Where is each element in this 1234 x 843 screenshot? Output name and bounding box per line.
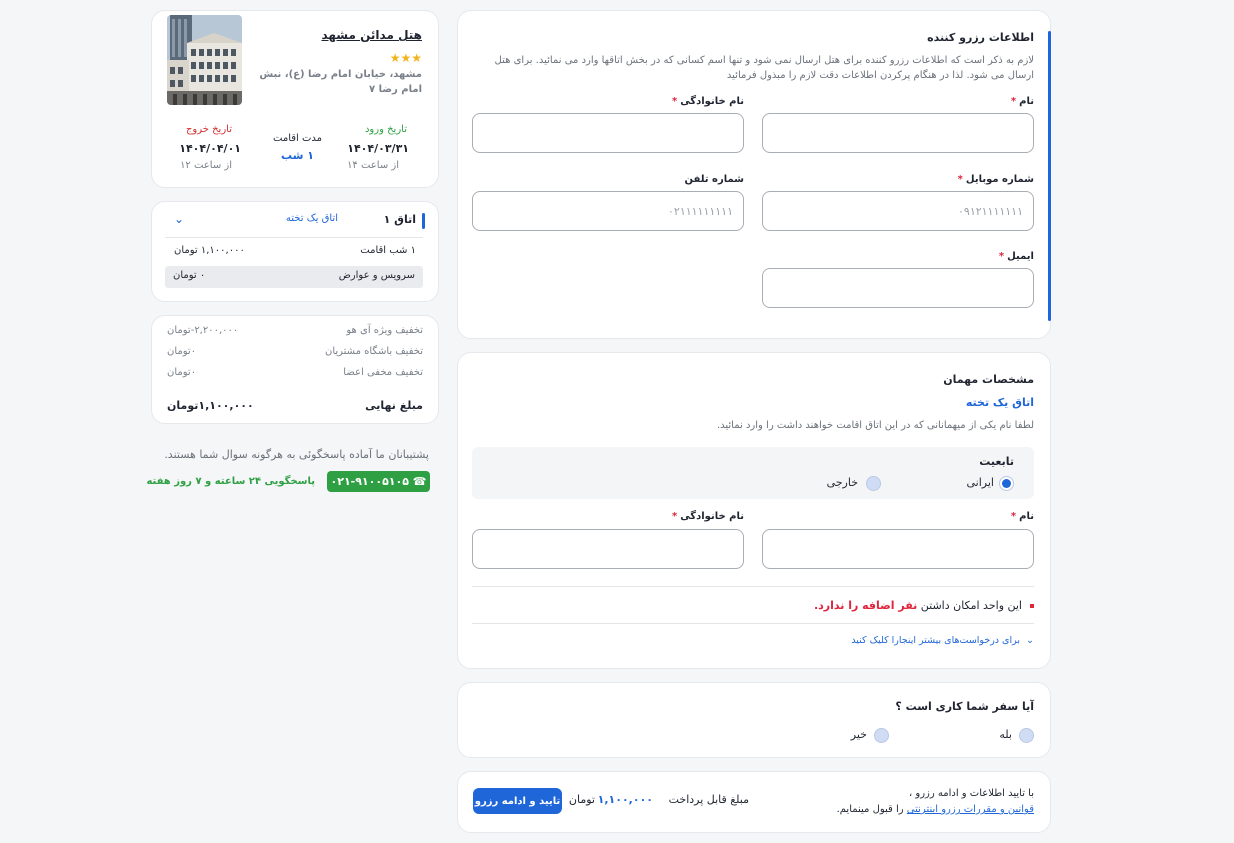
guest-info-card: مشخصات مهمان اتاق یک تخته لطفا نام یکی ا… [457, 352, 1051, 669]
stay-label: مدت اقامت [273, 133, 322, 144]
email-label: ایمیل* [998, 251, 1034, 262]
payment-footer-card: با تایید اطلاعات و ادامه رزرو ، قوانین و… [457, 771, 1051, 833]
terms-line-1: با تایید اطلاعات و ادامه رزرو ، [908, 788, 1034, 799]
booker-description: لازم به ذکر است که اطلاعات رزرو کننده بر… [494, 55, 1034, 81]
divider-top [472, 586, 1034, 587]
room-stay-label: ۱ شب اقامت [360, 245, 416, 256]
room-expand-chevron-icon[interactable]: ⌄ [174, 212, 184, 226]
checkin-date: ۱۴۰۴/۰۳/۳۱ [347, 142, 409, 155]
business-trip-card: آیا سفر شما کاری است ؟ بله خیر [457, 682, 1051, 758]
checkin-label: تاریخ ورود [364, 124, 407, 135]
guest-last-name-label: نام خانوادگی* [671, 511, 744, 522]
section-accent-bar [1048, 31, 1051, 321]
radio-business-yes[interactable] [1019, 728, 1034, 743]
final-amount-label: مبلغ نهایی [365, 399, 423, 412]
booker-mobile-input[interactable] [762, 191, 1034, 231]
radio-business-no[interactable] [874, 728, 889, 743]
terms-line-2: قوانین و مقررات رزرو اینترنتی را قبول می… [836, 804, 1034, 815]
room-tax-value: ۰ تومان [173, 270, 206, 281]
discount-label-3: تخفیف مخفی اعضا [343, 367, 423, 378]
room-type[interactable]: اتاق یک تخته [286, 213, 338, 224]
guest-first-name-label: نام* [1010, 511, 1034, 522]
guest-last-name-input[interactable] [472, 529, 744, 569]
guest-title: مشخصات مهمان [943, 373, 1034, 386]
discounts-card: تخفیف ویژه آی هو ۲,۲۰۰,۰۰۰-تومان تخفیف ب… [151, 315, 439, 424]
hotel-summary-card: هتل مدائن مشهد ★★★ مشهد، خیابان امام رضا… [151, 10, 439, 188]
hotel-address-line-1: مشهد، خیابان امام رضا (ع)، نبش [259, 69, 422, 80]
guest-room-name: اتاق یک تخته [965, 396, 1034, 409]
booker-phone-input[interactable] [472, 191, 744, 231]
hotel-address-line-2: امام رضا ۷ [369, 84, 422, 95]
guest-description: لطفا نام یکی از میهمانانی که در این اتاق… [716, 420, 1034, 431]
radio-iranian[interactable] [999, 476, 1014, 491]
checkout-label: تاریخ خروج [185, 124, 232, 135]
booker-last-name-input[interactable] [472, 113, 744, 153]
first-name-label: نام* [1010, 96, 1034, 107]
room-stay-value: ۱,۱۰۰,۰۰۰ تومان [174, 245, 245, 256]
more-requests-link[interactable]: ⌄برای درخواست‌های بیشتر اینجارا کلیک کنی… [851, 635, 1034, 646]
payable-amount: ۱,۱۰۰,۰۰۰ [597, 793, 653, 806]
nationality-foreign-label: خارجی [826, 476, 858, 489]
discount-value-2: ۰تومان [167, 346, 197, 357]
phone-icon: ☎ [412, 475, 427, 488]
checkout-date: ۱۴۰۴/۰۴/۰۱ [179, 142, 241, 155]
checkin-time: از ساعت ۱۴ [347, 160, 399, 171]
guest-first-name-input[interactable] [762, 529, 1034, 569]
room-title: اتاق ۱ [383, 213, 416, 226]
checkout-time: از ساعت ۱۲ [180, 160, 232, 171]
business-no-label: خیر [850, 728, 867, 741]
chevron-down-icon: ⌄ [1026, 635, 1034, 646]
support-hours: پاسخگویی ۲۴ ساعته و ۷ روز هفته [146, 476, 315, 487]
room-tax-label: سرویس و عوارض [338, 270, 415, 281]
nationality-label: تابعیت [979, 455, 1014, 468]
hotel-name[interactable]: هتل مدائن مشهد [321, 28, 422, 42]
booker-title: اطلاعات رزرو کننده [927, 31, 1034, 44]
room-divider [165, 237, 423, 238]
discount-label-2: تخفیف باشگاه مشتریان [324, 346, 423, 357]
business-question: آیا سفر شما کاری است ؟ [895, 700, 1034, 713]
booker-email-input[interactable] [762, 268, 1034, 308]
stay-value: ۱ شب [280, 149, 314, 162]
booker-first-name-input[interactable] [762, 113, 1034, 153]
hotel-stars: ★★★ [389, 51, 422, 65]
discount-value-3: ۰تومان [167, 367, 197, 378]
phone-label: شماره تلفن [684, 174, 744, 185]
business-yes-label: بله [999, 728, 1012, 741]
hotel-photo [167, 15, 242, 105]
discount-label-1: تخفیف ویژه آی هو [346, 325, 423, 336]
notice-bullet [1030, 604, 1034, 608]
confirm-booking-button[interactable]: تایید و ادامه رزرو [473, 788, 562, 814]
final-amount-value: ۱,۱۰۰,۰۰۰تومان [167, 399, 254, 412]
booker-info-card: اطلاعات رزرو کننده لازم به ذکر است که اط… [457, 10, 1051, 339]
discount-value-1: ۲,۲۰۰,۰۰۰-تومان [167, 325, 239, 336]
nationality-box: تابعیت ایرانی خارجی [472, 447, 1034, 499]
terms-link[interactable]: قوانین و مقررات رزرو اینترنتی [907, 804, 1034, 815]
mobile-label: شماره موبایل* [957, 174, 1034, 185]
last-name-label: نام خانوادگی* [671, 96, 744, 107]
payable-currency: تومان [568, 793, 595, 806]
nationality-iranian-label: ایرانی [966, 476, 994, 489]
extra-person-notice: این واحد امکان داشتن نفر اضافه را ندارد. [814, 599, 1034, 612]
divider-bottom [472, 623, 1034, 624]
room-price-card: اتاق ۱ اتاق یک تخته ⌄ ۱ شب اقامت ۱,۱۰۰,۰… [151, 201, 439, 302]
radio-foreign[interactable] [866, 476, 881, 491]
room-accent-bar [422, 213, 425, 229]
support-phone-button[interactable]: ☎ ۰۲۱-۹۱۰۰۵۱۰۵ [327, 471, 430, 492]
payable-label: مبلغ قابل پرداخت [668, 793, 749, 806]
room-tax-row: سرویس و عوارض ۰ تومان [165, 266, 423, 288]
support-text: پشتیبانان ما آماده پاسخگوئی به هرگونه سو… [164, 448, 429, 461]
